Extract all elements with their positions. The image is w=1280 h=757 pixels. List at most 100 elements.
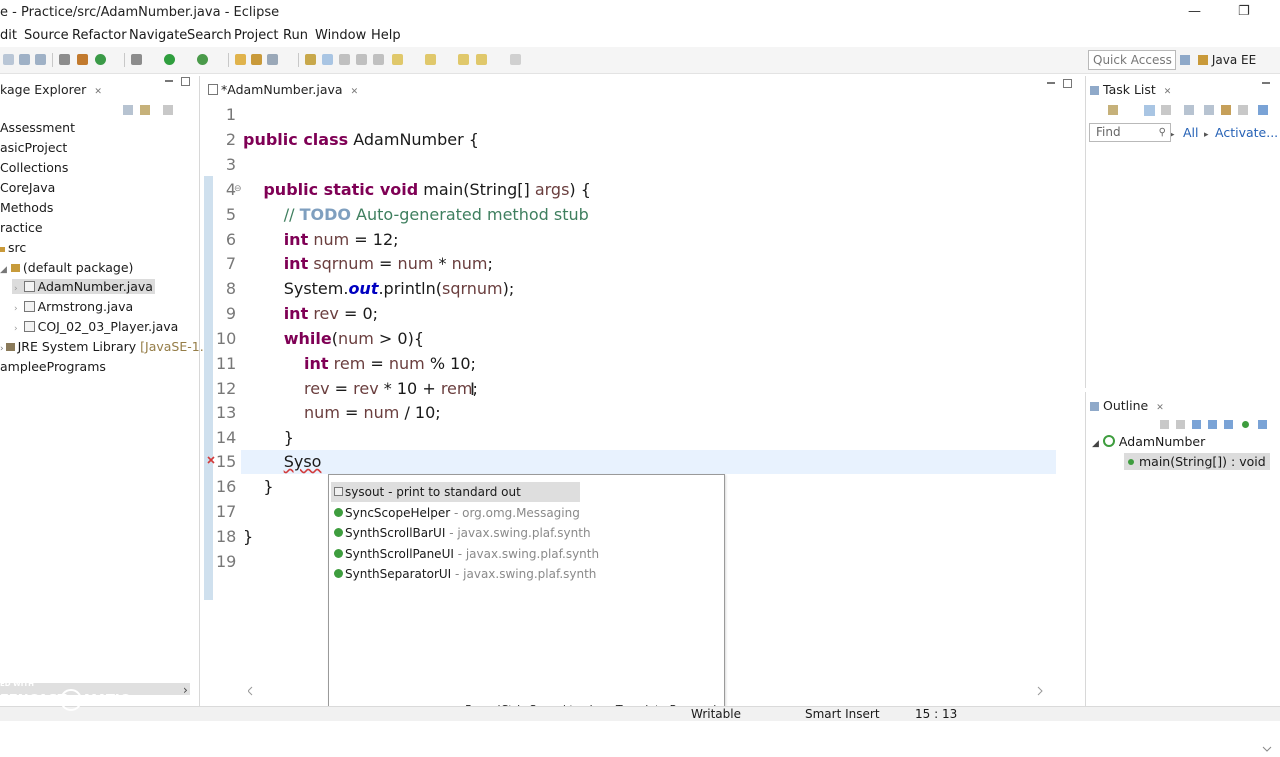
tree-item-project[interactable]: CoreJava	[0, 180, 55, 195]
terminal-icon[interactable]	[59, 54, 70, 65]
menu-search[interactable]: Search	[187, 28, 232, 43]
show-whitespace-icon[interactable]	[356, 54, 367, 65]
new-task-icon[interactable]	[1108, 105, 1118, 115]
settings-icon[interactable]	[131, 54, 142, 65]
tree-item-project[interactable]: ampleePrograms	[0, 359, 106, 374]
error-icon[interactable]	[207, 456, 215, 464]
categorized-icon[interactable]	[1144, 105, 1155, 116]
restore-button[interactable]: ❐	[1238, 4, 1250, 19]
tree-item-src[interactable]: src	[0, 240, 26, 255]
code-line[interactable]: while(num > 0){	[243, 329, 424, 348]
code-line[interactable]: }	[243, 527, 253, 546]
filter-icon[interactable]	[1184, 105, 1194, 115]
tree-item-project[interactable]: Collections	[0, 160, 68, 175]
code-line[interactable]: int rev = 0;	[243, 304, 378, 323]
block-selection-icon[interactable]	[339, 54, 350, 65]
chevron-right-icon[interactable]: ›	[14, 304, 18, 314]
back-icon[interactable]	[458, 54, 469, 65]
task-find-input[interactable]: Find ⚲	[1089, 123, 1171, 142]
menu-navigate[interactable]: Navigate	[129, 28, 187, 43]
code-line[interactable]: int rem = num % 10;	[243, 354, 476, 373]
sort-icon[interactable]	[1176, 420, 1185, 429]
minimize-icon[interactable]	[1262, 82, 1270, 84]
code-line[interactable]: // TODO Auto-generated method stub	[243, 205, 589, 224]
code-line[interactable]: int num = 12;	[243, 230, 399, 249]
save-all-icon[interactable]	[35, 54, 46, 65]
sync-icon[interactable]	[1258, 105, 1268, 115]
maximize-icon[interactable]	[1063, 79, 1072, 88]
last-edit-icon[interactable]	[510, 54, 521, 65]
menu-source[interactable]: Source	[24, 28, 69, 43]
scheduled-icon[interactable]	[1161, 105, 1171, 115]
code-line[interactable]: System.out.println(sqrnum);	[243, 279, 515, 298]
hide-fields-icon[interactable]	[1192, 420, 1201, 429]
hide-static-icon[interactable]	[1208, 420, 1217, 429]
code-line[interactable]: rev = rev * 10 + rem;	[243, 379, 478, 398]
menu-run[interactable]: Run	[283, 28, 308, 43]
code-line[interactable]: public class AdamNumber {	[243, 130, 479, 149]
editor-tab[interactable]: *AdamNumber.java ✕	[208, 82, 358, 97]
hide-nonpublic-icon[interactable]	[1224, 420, 1233, 429]
quick-access-input[interactable]: Quick Access	[1088, 50, 1176, 70]
open-folder-icon[interactable]	[251, 54, 262, 65]
menu-help[interactable]: Help	[371, 28, 401, 43]
chevron-right-icon[interactable]: ▸	[1204, 130, 1209, 140]
hide-local-types-icon[interactable]	[1242, 421, 1249, 428]
menu-edit[interactable]: dit	[0, 28, 17, 43]
tree-item-coj-player[interactable]: › COJ_02_03_Player.java	[12, 319, 180, 334]
fold-icon[interactable]: ⊖	[234, 184, 242, 194]
menu-refactor[interactable]: Refactor	[72, 28, 127, 43]
outline-tab[interactable]: Outline ✕	[1090, 398, 1164, 413]
open-type-icon[interactable]	[235, 54, 246, 65]
code-line[interactable]: }	[243, 477, 273, 496]
assist-proposal[interactable]: SynthScrollBarUI - javax.swing.plaf.synt…	[331, 523, 591, 543]
save-icon[interactable]	[19, 54, 30, 65]
collapse-all-icon[interactable]	[1160, 420, 1169, 429]
package-explorer-tab[interactable]: kage Explorer ✕	[0, 82, 102, 97]
outline-class-node[interactable]: ◢ AdamNumber	[1092, 434, 1205, 449]
activate-link[interactable]: Activate...	[1215, 125, 1278, 140]
tree-item-jre[interactable]: › JRE System Library [JavaSE-1.8]	[0, 339, 217, 354]
chevron-right-icon[interactable]: ›	[14, 284, 18, 294]
close-icon[interactable]: ✕	[1164, 87, 1172, 97]
debug-icon[interactable]	[77, 54, 88, 65]
pin-icon[interactable]	[373, 54, 384, 65]
prev-annotation-icon[interactable]	[425, 54, 436, 65]
perspective-java-ee[interactable]: Java EE	[1180, 49, 1256, 71]
assist-proposal[interactable]: sysout - print to standard out	[331, 482, 580, 502]
next-annotation-icon[interactable]	[392, 54, 403, 65]
chevron-down-icon[interactable]: ◢	[1092, 439, 1099, 449]
chevron-right-icon[interactable]: ›	[14, 324, 18, 334]
open-perspective-icon[interactable]	[1180, 55, 1190, 65]
view-menu-icon[interactable]	[163, 105, 173, 115]
tree-item-project[interactable]: asicProject	[0, 140, 67, 155]
forward-icon[interactable]	[476, 54, 487, 65]
collapse-icon[interactable]	[1238, 105, 1248, 115]
assist-proposal[interactable]: SyncScopeHelper - org.omg.Messaging	[331, 503, 580, 523]
tree-item-adamnumber[interactable]: › AdamNumber.java	[12, 279, 155, 294]
close-icon[interactable]: ✕	[94, 87, 102, 97]
highlight-icon[interactable]	[322, 54, 333, 65]
chevron-right-icon[interactable]: ›	[0, 344, 4, 354]
menu-project[interactable]: Project	[234, 28, 278, 43]
hide-completed-icon[interactable]	[1204, 105, 1214, 115]
tree-item-armstrong[interactable]: › Armstrong.java	[12, 299, 135, 314]
code-line[interactable]: num = num / 10;	[243, 403, 441, 422]
task-list-tab[interactable]: Task List ✕	[1090, 82, 1171, 97]
new-icon[interactable]	[3, 54, 14, 65]
focus-icon[interactable]	[1258, 420, 1267, 429]
outline-method-node[interactable]: main(String[]) : void	[1124, 453, 1270, 470]
code-line[interactable]: Syso	[243, 452, 322, 471]
scroll-right-icon[interactable]: ›	[183, 683, 188, 697]
run-icon[interactable]	[164, 54, 175, 65]
code-line[interactable]: int sqrnum = num * num;	[243, 254, 493, 273]
external-tools-icon[interactable]	[197, 54, 208, 65]
menu-window[interactable]: Window	[315, 28, 366, 43]
collapse-all-icon[interactable]	[123, 105, 133, 115]
close-icon[interactable]: ✕	[1156, 403, 1164, 413]
refresh-icon[interactable]	[95, 54, 106, 65]
search-icon[interactable]	[267, 54, 278, 65]
toggle-mark-icon[interactable]	[305, 54, 316, 65]
tree-item-project[interactable]: ractice	[0, 220, 43, 235]
assist-proposal[interactable]: SynthSeparatorUI - javax.swing.plaf.synt…	[331, 564, 596, 584]
